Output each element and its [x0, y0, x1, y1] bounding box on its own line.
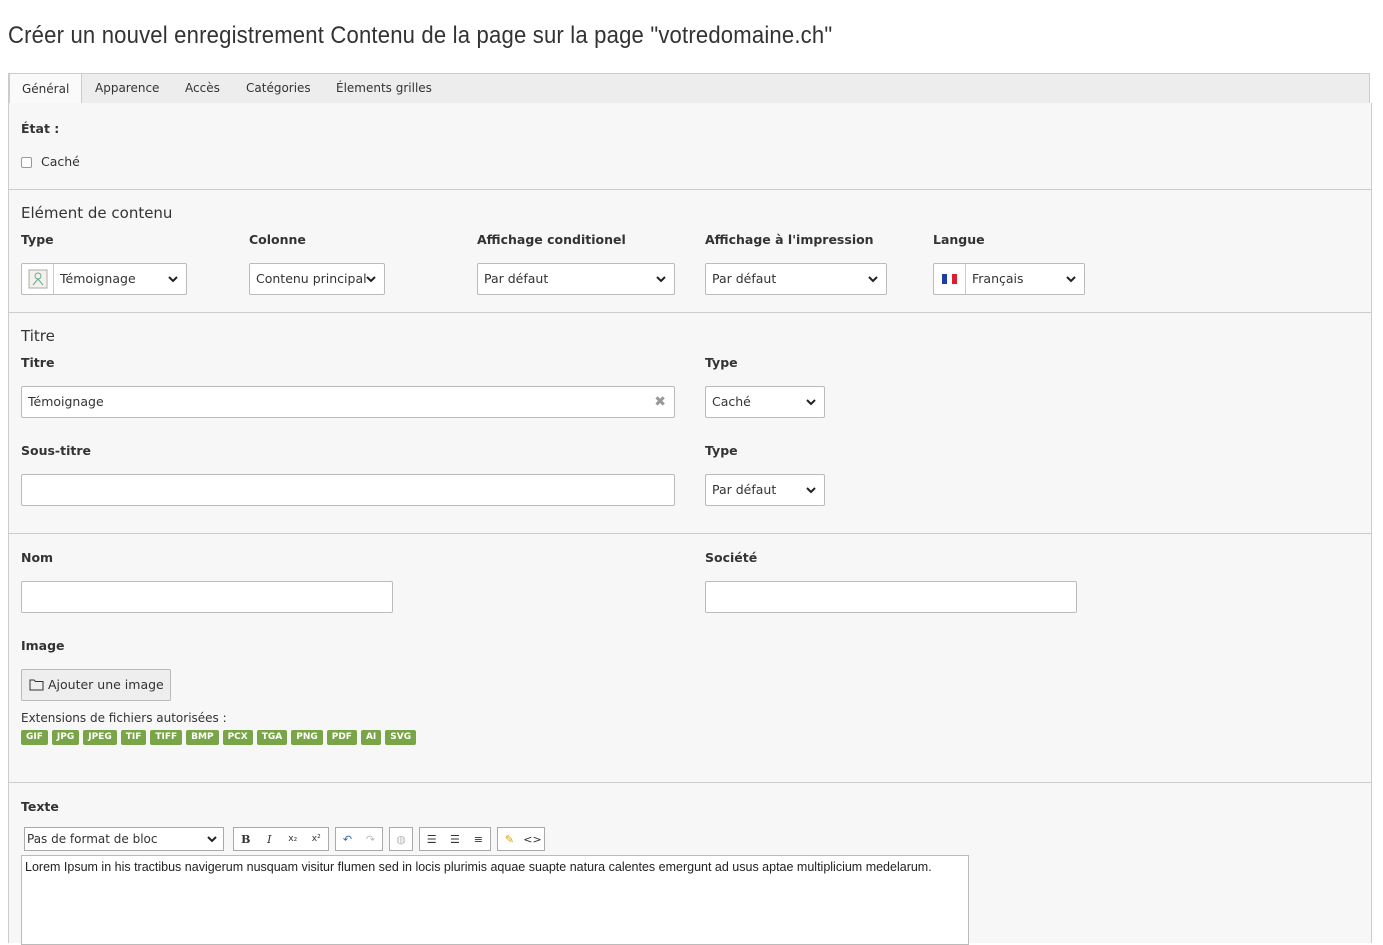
name-input[interactable] — [21, 581, 393, 613]
undo-icon[interactable]: ↶ — [336, 828, 359, 850]
divider — [8, 533, 1372, 534]
block-format-value: Pas de format de bloc — [27, 832, 158, 846]
divider — [8, 189, 1372, 190]
conditional-select-value: Par défaut — [484, 271, 549, 286]
title-type-select[interactable]: Caché — [705, 386, 825, 418]
extension-badge: BMP — [186, 730, 219, 745]
tab-grid-elements[interactable]: Élements grilles — [324, 73, 444, 104]
chevron-down-icon — [1066, 264, 1076, 283]
text-editor[interactable]: Lorem Ipsum in his tractibus navigerum n… — [21, 855, 969, 945]
superscript-icon[interactable]: x² — [305, 828, 329, 850]
content-element-section-title: Elément de contenu — [21, 204, 173, 222]
page-title: Créer un nouvel enregistrement Contenu d… — [8, 22, 833, 49]
language-select[interactable]: Français — [933, 263, 1085, 295]
chevron-down-icon — [806, 387, 816, 406]
extension-badge: SVG — [385, 730, 417, 745]
subtitle-type-label: Type — [705, 443, 738, 458]
testimonial-icon — [22, 264, 54, 294]
chevron-down-icon — [868, 264, 878, 283]
link-icon[interactable]: ◍ — [390, 828, 412, 850]
add-image-button-label: Ajouter une image — [48, 677, 164, 692]
chevron-down-icon — [207, 828, 217, 857]
language-label: Langue — [933, 232, 985, 247]
add-image-button[interactable]: Ajouter une image — [21, 669, 171, 701]
title-input-value: Témoignage — [28, 394, 104, 409]
conditional-select[interactable]: Par défaut — [477, 263, 675, 295]
chevron-down-icon — [366, 264, 376, 283]
link-toolbar: ◍ — [389, 827, 413, 851]
extension-badge: TIF — [120, 730, 147, 745]
title-type-value: Caché — [712, 394, 751, 409]
tab-appearance[interactable]: Apparence — [83, 73, 171, 104]
block-format-select[interactable]: Pas de format de bloc — [24, 827, 224, 851]
type-select-value: Témoignage — [60, 271, 136, 286]
tools-toolbar: ✎ <> — [497, 827, 545, 851]
print-label: Affichage à l'impression — [705, 232, 874, 247]
tab-access[interactable]: Accès — [173, 73, 232, 104]
title-label: Titre — [21, 355, 55, 370]
extension-badge: PNG — [291, 730, 323, 745]
extension-badge: AI — [360, 730, 382, 745]
chevron-down-icon — [806, 475, 816, 494]
form-panel — [8, 103, 1372, 943]
title-type-label: Type — [705, 355, 738, 370]
column-select[interactable]: Contenu principal — [249, 263, 385, 295]
indent-icon[interactable]: ≡ — [467, 828, 490, 850]
extension-badge: PDF — [326, 730, 357, 745]
print-select-value: Par défaut — [712, 271, 777, 286]
tab-categories[interactable]: Catégories — [234, 73, 323, 104]
divider — [8, 782, 1372, 783]
print-select[interactable]: Par défaut — [705, 263, 887, 295]
redo-icon[interactable]: ↷ — [359, 828, 382, 850]
subtitle-type-select[interactable]: Par défaut — [705, 474, 825, 506]
unordered-list-icon[interactable]: ☰ — [443, 828, 466, 850]
extension-badge: PCX — [222, 730, 253, 745]
subtitle-label: Sous-titre — [21, 443, 91, 458]
type-select[interactable]: Témoignage — [21, 263, 187, 295]
company-label: Société — [705, 550, 758, 565]
tab-general[interactable]: Général — [9, 73, 83, 105]
folder-icon — [29, 670, 44, 711]
extension-badge: TIFF — [150, 730, 183, 745]
divider — [8, 312, 1372, 313]
column-label: Colonne — [249, 232, 306, 247]
subtitle-type-value: Par défaut — [712, 482, 777, 497]
extension-badge: JPG — [51, 730, 80, 745]
company-input[interactable] — [705, 581, 1077, 613]
subscript-icon[interactable]: x₂ — [281, 828, 305, 850]
text-label: Texte — [21, 799, 59, 814]
extension-badge: JPEG — [83, 730, 117, 745]
source-code-icon[interactable]: <> — [521, 828, 544, 850]
extension-badge: TGA — [256, 730, 288, 745]
italic-icon[interactable]: I — [258, 828, 282, 850]
subtitle-input[interactable] — [21, 474, 675, 506]
title-input[interactable]: Témoignage ✖ — [21, 386, 675, 418]
list-toolbar: ☰ ☰ ≡ — [419, 827, 491, 851]
chevron-down-icon — [656, 264, 666, 283]
type-label: Type — [21, 232, 54, 247]
language-select-value: Français — [972, 271, 1024, 286]
tab-bar: Général Apparence Accès Catégories Éleme… — [8, 73, 1370, 105]
name-label: Nom — [21, 550, 54, 565]
hidden-checkbox-label: Caché — [41, 154, 80, 169]
extensions-label: Extensions de fichiers autorisées : — [21, 711, 227, 725]
flag-fr-icon — [934, 264, 966, 294]
clean-format-icon[interactable]: ✎ — [498, 828, 521, 850]
title-section-title: Titre — [21, 327, 55, 345]
conditional-label: Affichage conditionel — [477, 232, 626, 247]
image-label: Image — [21, 638, 65, 653]
extension-list: GIF JPG JPEG TIF TIFF BMP PCX TGA PNG PDF AI SVG — [21, 730, 417, 745]
ordered-list-icon[interactable]: ☰ — [420, 828, 443, 850]
hidden-checkbox[interactable] — [21, 157, 32, 168]
state-label: État : — [21, 121, 60, 136]
history-toolbar: ↶ ↷ — [335, 827, 383, 851]
text-style-toolbar: B I x₂ x² — [233, 827, 329, 851]
clear-icon[interactable]: ✖ — [654, 387, 666, 417]
bold-icon[interactable]: B — [234, 828, 258, 850]
column-select-value: Contenu principal — [256, 271, 367, 286]
extension-badge: GIF — [21, 730, 48, 745]
chevron-down-icon — [168, 264, 178, 283]
